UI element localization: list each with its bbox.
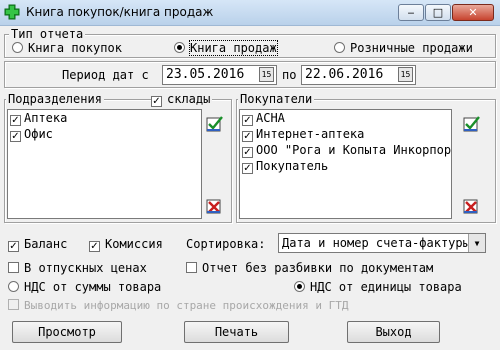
radio-retail-sales[interactable]: Розничные продажи [334, 41, 473, 55]
country-gtd-label: Выводить информацию по стране происхожде… [24, 299, 349, 312]
date-from-value: 23.05.2016 [166, 67, 245, 82]
buyer-label: ООО "Рога и Копыта Инкорпорейтед" [256, 143, 452, 157]
period-from-label: Период дат с [62, 68, 149, 82]
maximize-button[interactable]: □ [425, 4, 451, 21]
list-item[interactable]: ✓ Аптека [8, 110, 201, 126]
sort-label: Сортировка: [186, 237, 266, 251]
warehouses-label: склады [167, 92, 211, 106]
buyer-check: ✓ [242, 163, 253, 174]
list-item[interactable]: ✓ Офис [8, 126, 201, 142]
chevron-down-icon: ▼ [468, 234, 485, 252]
radio-vat-unit-label: НДС от единицы товара [310, 280, 462, 294]
no-doc-split-label: Отчет без разбивки по документам [202, 261, 434, 275]
radio-retail-sales-indicator [334, 42, 345, 53]
calendar-from-icon[interactable]: 15 [259, 67, 274, 82]
calendar-to-icon[interactable]: 15 [398, 67, 413, 82]
radio-purchase-book-label: Книга покупок [28, 41, 122, 55]
commission-check: ✓ [89, 241, 100, 252]
sort-select-value: Дата и номер счета-фактуры [282, 236, 470, 250]
buyer-check: ✓ [242, 115, 253, 126]
radio-vat-sum-label: НДС от суммы товара [24, 280, 162, 294]
green-plus-icon [4, 4, 20, 20]
exit-button-label: Выход [375, 325, 412, 339]
department-label: Офис [24, 127, 53, 141]
radio-vat-unit[interactable]: НДС от единицы товара [294, 280, 462, 294]
list-item[interactable]: ✓ АСНА [240, 110, 451, 126]
minimize-button[interactable]: ‒ [398, 4, 424, 21]
print-button[interactable]: Печать [184, 321, 289, 343]
country-gtd-check [8, 299, 19, 310]
radio-purchase-book-indicator [12, 42, 23, 53]
buyer-label: Покупатель [256, 159, 329, 173]
warehouses-checkbox[interactable]: ✓ склады [151, 92, 213, 107]
no-doc-split-checkbox[interactable]: Отчет без разбивки по документам [186, 261, 433, 275]
balance-check: ✓ [8, 241, 19, 252]
radio-sales-book-label: Книга продаж [189, 40, 278, 56]
balance-checkbox[interactable]: ✓ Баланс [8, 237, 67, 252]
list-item[interactable]: ✓ Покупатель [240, 158, 451, 174]
window-title: Книга покупок/книга продаж [26, 5, 214, 19]
radio-retail-sales-label: Розничные продажи [350, 41, 473, 55]
balance-label: Баланс [24, 237, 68, 251]
radio-sales-book[interactable]: Книга продаж [174, 40, 278, 56]
list-item[interactable]: ✓ООО "Рога и Копыта Инкорпорейтед" [240, 142, 451, 158]
buyer-check: ✓ [242, 131, 253, 142]
close-icon: ✕ [468, 6, 478, 19]
vacation-prices-label: В отпускных ценах [24, 261, 147, 275]
vacation-prices-checkbox[interactable]: В отпускных ценах [8, 261, 147, 275]
buyers-list[interactable]: ✓ АСНА ✓ Интернет-аптека ✓ ООО "Рога и Копы… [239, 109, 452, 219]
report-type-legend: Тип отчета [9, 27, 86, 41]
period-to-label: по [282, 68, 297, 82]
calendar-from-day: 15 [261, 70, 272, 79]
buyer-check: ✓ [242, 147, 253, 158]
country-gtd-checkbox: Выводить информацию по стране происхожде… [8, 299, 349, 312]
exit-button[interactable]: Выход [347, 321, 440, 343]
preview-button-label: Просмотр [38, 325, 96, 339]
commission-checkbox[interactable]: ✓ Комиссия [89, 237, 163, 252]
calendar-to-day: 15 [400, 70, 411, 79]
check-all-buyers-icon[interactable] [463, 115, 481, 133]
vacation-prices-check [8, 262, 19, 273]
warehouses-check: ✓ [151, 96, 162, 107]
buyers-legend: Покупатели [238, 92, 315, 106]
radio-vat-unit-indicator [294, 281, 305, 292]
radio-purchase-book[interactable]: Книга покупок [12, 41, 122, 55]
close-button[interactable]: ✕ [452, 4, 494, 21]
departments-legend: Подразделения [6, 92, 104, 106]
list-item[interactable]: ✓ Интернет-аптека [240, 126, 451, 142]
date-to-value: 22.06.2016 [305, 67, 384, 82]
buyer-label: Интернет-аптека [256, 127, 365, 141]
radio-vat-sum[interactable]: НДС от суммы товара [8, 280, 161, 294]
departments-list[interactable]: ✓ Аптека ✓ Офис [7, 109, 202, 219]
maximize-icon: □ [432, 6, 444, 19]
minimize-icon: ‒ [407, 6, 415, 19]
no-doc-split-check [186, 262, 197, 273]
sort-select[interactable]: Дата и номер счета-фактуры ▼ [278, 233, 486, 253]
department-check: ✓ [10, 115, 21, 126]
uncheck-all-buyers-icon[interactable] [463, 197, 481, 215]
radio-vat-sum-indicator [8, 281, 19, 292]
print-button-label: Печать [214, 325, 259, 339]
preview-button[interactable]: Просмотр [12, 321, 122, 343]
department-check: ✓ [10, 131, 21, 142]
check-all-departments-icon[interactable] [206, 115, 224, 133]
commission-label: Комиссия [105, 237, 163, 251]
buyer-label: АСНА [256, 111, 285, 125]
uncheck-all-departments-icon[interactable] [206, 197, 224, 215]
department-label: Аптека [24, 111, 68, 125]
radio-sales-book-indicator [174, 42, 185, 53]
